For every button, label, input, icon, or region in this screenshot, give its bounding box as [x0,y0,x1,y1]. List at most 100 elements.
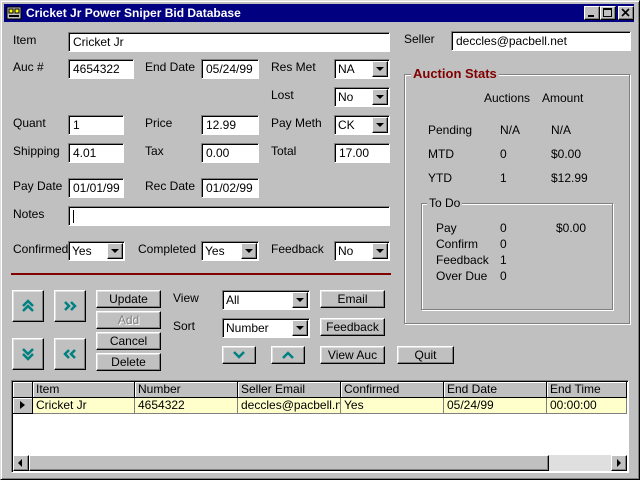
maximize-button[interactable] [600,6,616,20]
chevron-down-icon[interactable] [372,61,388,77]
first-record-button[interactable] [12,290,44,322]
minimize-button[interactable] [584,6,600,20]
rec-date-label: Rec Date [145,179,196,193]
quant-field[interactable]: 1 [68,115,124,135]
confirmed-value: Yes [72,244,92,258]
sort-descending-button[interactable] [222,346,256,364]
close-button[interactable] [618,6,634,20]
lost-value: No [338,90,354,104]
shipping-field[interactable]: 4.01 [68,143,124,163]
grid-header-number[interactable]: Number [135,382,238,398]
minimize-icon [588,15,594,17]
chevron-down-icon[interactable] [292,320,308,336]
chevron-up-icon [282,351,294,359]
item-label: Item [13,33,37,47]
feedback-select[interactable]: No [334,241,390,261]
title-bar[interactable]: Cricket Jr Power Sniper Bid Database [4,4,634,22]
completed-label: Completed [138,242,197,256]
text-cursor [73,210,74,224]
todo-row-amount: $0.00 [556,221,587,235]
table-row-cell[interactable]: Cricket Jr [33,398,135,414]
stats-row-label: YTD [428,171,452,185]
scroll-right-button[interactable] [611,455,627,471]
price-field[interactable]: 12.99 [201,115,259,135]
quit-button[interactable]: Quit [397,346,454,364]
quant-label: Quant [13,116,46,130]
table-row-cell[interactable]: deccles@pacbell.ne [238,398,341,414]
chevron-down-icon[interactable] [372,117,388,133]
pay-date-field[interactable]: 01/01/99 [68,178,124,198]
chevron-down-icon[interactable] [372,243,388,259]
table-row-cell[interactable]: 00:00:00 [547,398,627,414]
view-select[interactable]: All [222,290,310,310]
stats-row-amount: $12.99 [551,171,588,185]
grid-corner [13,382,33,398]
records-grid[interactable]: Item Number Seller Email Confirmed End D… [11,380,629,473]
stats-row-amount: N/A [551,123,572,137]
maximize-icon [603,8,612,17]
chevron-down-icon[interactable] [107,243,123,259]
res-met-select[interactable]: NA [334,59,390,79]
stats-row-label: MTD [428,147,454,161]
stats-row-auctions: N/A [500,123,521,137]
confirmed-select[interactable]: Yes [68,241,125,261]
lost-label: Lost [271,88,294,102]
last-record-button[interactable] [12,338,44,370]
grid-header-end-date[interactable]: End Date [444,382,547,398]
horizontal-scrollbar[interactable] [13,455,627,471]
grid-header-item[interactable]: Item [33,382,135,398]
pay-date-label: Pay Date [13,179,63,193]
stats-row-auctions: 0 [500,147,507,161]
notes-field[interactable] [68,206,390,226]
pay-meth-select[interactable]: CK [334,115,390,135]
cancel-button[interactable]: Cancel [96,332,161,350]
delete-button[interactable]: Delete [96,353,161,371]
email-button[interactable]: Email [320,290,385,308]
completed-select[interactable]: Yes [201,241,259,261]
todo-row-label: Pay [436,221,457,235]
table-row-cell[interactable]: Yes [341,398,444,414]
scroll-left-button[interactable] [13,455,29,471]
res-met-label: Res Met [271,60,316,74]
table-row-cell[interactable]: 05/24/99 [444,398,547,414]
todo-title: To Do [427,196,463,210]
pay-meth-value: CK [338,118,355,132]
chevron-down-icon[interactable] [241,243,257,259]
auc-number-field[interactable]: 4654322 [68,59,134,79]
total-field[interactable]: 17.00 [334,143,390,163]
tax-field[interactable]: 0.00 [201,143,259,163]
price-label: Price [145,116,173,130]
update-button[interactable]: Update [96,290,161,308]
todo-row-label: Over Due [436,269,488,283]
rec-date-field[interactable]: 01/02/99 [201,178,259,198]
previous-record-button[interactable] [54,338,86,370]
scroll-thumb[interactable] [29,455,549,471]
todo-row-label: Feedback [436,253,489,267]
seller-field[interactable]: deccles@pacbell.net [451,31,631,51]
auc-label: Auc # [13,60,44,74]
item-field[interactable]: Cricket Jr [68,32,390,52]
total-label: Total [271,144,297,158]
lost-select[interactable]: No [334,87,390,107]
sort-ascending-button[interactable] [271,346,305,364]
close-icon [621,8,630,17]
window-title: Cricket Jr Power Sniper Bid Database [26,6,241,20]
view-auction-button[interactable]: View Auc [320,346,385,364]
view-label: View [173,291,199,305]
app-icon[interactable] [6,5,22,21]
next-record-button[interactable] [54,290,86,322]
todo-row-count: 1 [500,253,507,267]
table-row-cell[interactable]: 4654322 [135,398,238,414]
row-selector[interactable] [13,398,33,414]
end-date-field[interactable]: 05/24/99 [201,59,259,79]
sort-select[interactable]: Number [222,318,310,338]
chevron-down-icon[interactable] [292,292,308,308]
feedback-button[interactable]: Feedback [320,318,385,336]
grid-header-end-time[interactable]: End Time [547,382,627,398]
grid-header-confirmed[interactable]: Confirmed [341,382,444,398]
grid-header-seller-email[interactable]: Seller Email [238,382,341,398]
chevron-down-icon[interactable] [372,89,388,105]
add-button[interactable]: Add [96,311,161,329]
current-row-pointer-icon [20,401,25,409]
stats-col-amount: Amount [542,91,584,105]
